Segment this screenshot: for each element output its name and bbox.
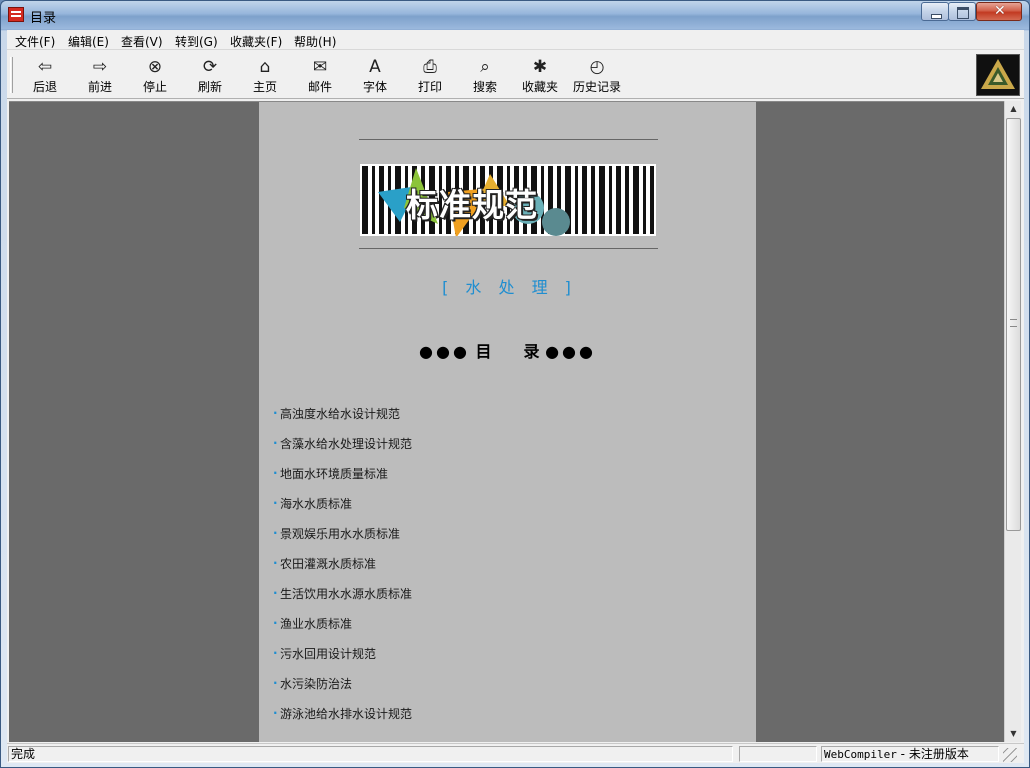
minimize-button[interactable] [921,2,949,21]
scrollbar-thumb[interactable] [1006,118,1021,531]
version-text: - 未注册版本 [896,747,969,761]
stop-button[interactable]: ⊗ 停止 [131,55,179,97]
resize-grip-icon[interactable] [1003,748,1017,762]
back-label: 后退 [32,80,57,94]
content-viewport: 标准规范 [ 水 处 理 ] ●●● 目 录 ●●● 高浊度水给水设计规范 含藻… [9,101,1004,742]
top-divider [359,139,658,140]
banner-title: 标准规范 [406,186,539,224]
brand-logo [976,54,1020,96]
back-arrow-icon: ⇦ [37,57,53,77]
banner: 标准规范 [360,164,656,236]
bottom-divider [359,248,658,249]
font-icon: A [369,57,381,77]
toc-link[interactable]: 水污染防治法 [273,676,743,707]
toc-heading: ●●● 目 录 ●●● [259,338,756,362]
print-button[interactable]: ⎙ 打印 [406,55,454,97]
refresh-button[interactable]: ⟳ 刷新 [186,55,234,97]
search-label: 搜索 [472,80,497,94]
menu-goto[interactable]: 转到(G) [175,33,218,50]
window-title: 目录 [30,11,57,26]
forward-arrow-icon: ⇨ [92,57,108,77]
menu-file[interactable]: 文件(F) [15,33,55,50]
history-icon: ◴ [589,57,605,77]
font-button[interactable]: A 字体 [351,55,399,97]
browser-window: 目录 ✕ 文件(F) 编辑(E) 查看(V) 转到(G) 收藏夹(F) 帮助(H… [0,0,1030,768]
toc-link[interactable]: 地面水环境质量标准 [273,466,743,497]
print-icon: ⎙ [423,57,437,77]
close-icon: ✕ [994,3,1006,19]
toc-link[interactable]: 高浊度水给水设计规范 [273,406,743,437]
favorites-icon: ✱ [532,57,548,77]
refresh-icon: ⟳ [202,57,218,77]
home-label: 主页 [252,80,277,94]
status-text: 完成 [8,746,733,762]
menu-bar: 文件(F) 编辑(E) 查看(V) 转到(G) 收藏夹(F) 帮助(H) [7,30,1024,50]
home-icon: ⌂ [259,57,271,77]
toc-link[interactable]: 农田灌溉水质标准 [273,556,743,587]
history-button[interactable]: ◴ 历史记录 [569,55,625,97]
font-label: 字体 [362,80,387,94]
toc-link[interactable]: 生活饮用水水源水质标准 [273,586,743,617]
toolbar-grip[interactable] [10,57,13,93]
heading-dots-right: ●●● [545,342,596,361]
compiler-name: WebCompiler [824,748,897,761]
vertical-scrollbar[interactable]: ▲ ▼ [1004,101,1021,742]
toc-link[interactable]: 景观娱乐用水水质标准 [273,526,743,557]
menu-view[interactable]: 查看(V) [121,33,163,50]
toc-link[interactable]: 游泳池给水排水设计规范 [273,706,743,737]
forward-button[interactable]: ⇨ 前进 [76,55,124,97]
refresh-label: 刷新 [197,80,222,94]
status-panel-empty [739,746,817,762]
scroll-up-icon[interactable]: ▲ [1006,101,1021,117]
triangle-logo-icon [977,55,1019,95]
mail-icon: ✉ [312,57,328,77]
mail-button[interactable]: ✉ 邮件 [296,55,344,97]
stop-label: 停止 [142,80,167,94]
toc-link[interactable]: 含藻水给水处理设计规范 [273,436,743,467]
app-icon [8,7,24,22]
menu-favorites[interactable]: 收藏夹(F) [230,33,282,50]
search-icon: ⌕ [480,57,490,77]
mail-label: 邮件 [307,80,332,94]
title-bar[interactable]: 目录 ✕ [1,1,1029,29]
toc-list: 高浊度水给水设计规范 含藻水给水处理设计规范 地面水环境质量标准 海水水质标准 … [273,406,743,737]
scroll-down-icon[interactable]: ▼ [1006,726,1021,742]
toc-link[interactable]: 污水回用设计规范 [273,646,743,677]
menu-edit[interactable]: 编辑(E) [68,33,109,50]
back-button[interactable]: ⇦ 后退 [21,55,69,97]
section-subtitle: [ 水 处 理 ] [442,278,573,297]
menu-help[interactable]: 帮助(H) [294,33,336,50]
document-page: 标准规范 [ 水 处 理 ] ●●● 目 录 ●●● 高浊度水给水设计规范 含藻… [259,102,756,742]
stop-icon: ⊗ [147,57,163,77]
history-label: 历史记录 [572,80,621,94]
client-area: 文件(F) 编辑(E) 查看(V) 转到(G) 收藏夹(F) 帮助(H) ⇦ 后… [7,30,1024,763]
forward-label: 前进 [87,80,112,94]
search-button[interactable]: ⌕ 搜索 [461,55,509,97]
toc-heading-text: 目 录 [475,342,540,361]
toolbar: ⇦ 后退 ⇨ 前进 ⊗ 停止 ⟳ 刷新 ⌂ 主页 ✉ 邮件 A 字体 ⎙ 打印 … [7,51,1024,99]
home-button[interactable]: ⌂ 主页 [241,55,289,97]
favorites-label: 收藏夹 [521,80,558,94]
status-bar: 完成 WebCompiler - 未注册版本 [7,743,1024,763]
close-button[interactable]: ✕ [976,2,1022,21]
maximize-button[interactable] [948,2,976,21]
favorites-button[interactable]: ✱ 收藏夹 [516,55,564,97]
version-label: WebCompiler - 未注册版本 [821,746,999,762]
toc-link[interactable]: 海水水质标准 [273,496,743,527]
print-label: 打印 [417,80,442,94]
heading-dots-left: ●●● [419,342,470,361]
toc-link[interactable]: 渔业水质标准 [273,616,743,647]
